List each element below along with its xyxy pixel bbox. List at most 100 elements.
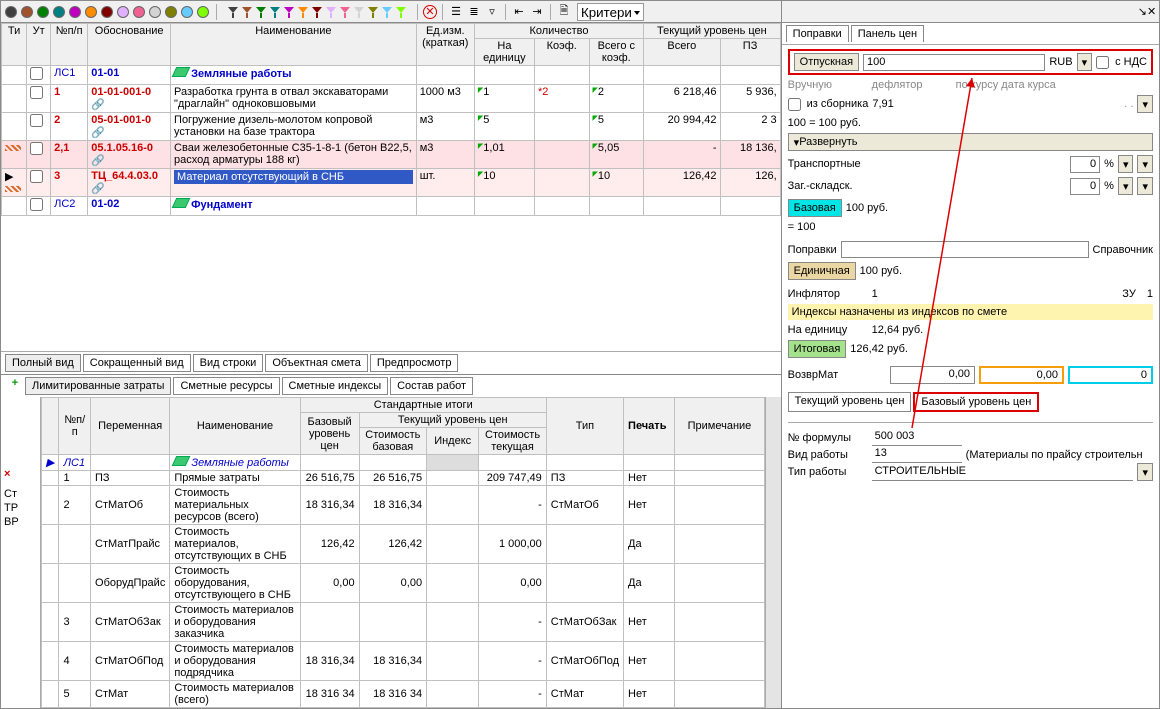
remove-icon[interactable]: ×	[4, 468, 10, 480]
zag-dd[interactable]: ▾	[1118, 177, 1134, 195]
view-tab[interactable]: Объектная смета	[265, 354, 368, 372]
tab-base-level[interactable]: Базовый уровень цен	[913, 392, 1039, 412]
view-tree-icon[interactable]: ☰	[448, 4, 464, 20]
table-row[interactable]: 3СтМатОбЗакСтоимость материалов и оборуд…	[42, 603, 765, 642]
zag-dd2[interactable]: ▾	[1137, 177, 1153, 195]
table-row[interactable]: 5СтМатСтоимость материалов (всего) 18 31…	[42, 681, 765, 708]
tipr-field[interactable]: СТРОИТЕЛЬНЫЕ	[872, 464, 1134, 481]
move-right-icon[interactable]: ⇥	[529, 4, 545, 20]
color-dot[interactable]	[5, 6, 17, 18]
row-check[interactable]	[30, 86, 43, 99]
col-naim[interactable]: Наименование	[171, 24, 417, 66]
bottom-tab[interactable]: Состав работ	[390, 377, 473, 395]
col-ed[interactable]: Ед.изм. (краткая)	[416, 24, 474, 66]
bcol-stb[interactable]: Стоимость базовая	[359, 428, 427, 455]
currency-dropdown[interactable]: ▾	[1077, 53, 1093, 71]
col-kol-ed[interactable]: На единицу	[474, 39, 534, 66]
col-kol[interactable]: Количество	[474, 24, 643, 39]
tab-current-level[interactable]: Текущий уровень цен	[788, 392, 912, 412]
color-dot[interactable]	[149, 6, 161, 18]
table-row[interactable]: ЛС201-02 Фундамент	[2, 197, 781, 216]
funnel-icon[interactable]	[368, 7, 378, 17]
funnel-icon[interactable]	[256, 7, 266, 17]
color-filter-dots[interactable]	[5, 6, 209, 18]
bcol-note[interactable]: Примечание	[675, 398, 764, 455]
bazovaya-button[interactable]: Базовая	[788, 199, 842, 217]
row-check[interactable]	[30, 198, 43, 211]
funnel-icon[interactable]	[340, 7, 350, 17]
itog-button[interactable]: Итоговая	[788, 340, 847, 358]
color-dot[interactable]	[133, 6, 145, 18]
bottom-tab[interactable]: Сметные индексы	[282, 377, 389, 395]
table-row[interactable]: 4СтМатОбПодСтоимость материалов и оборуд…	[42, 642, 765, 681]
col-kol-vsego[interactable]: Всего с коэф.	[589, 39, 644, 66]
vozvr-field1[interactable]: 0,00	[890, 366, 975, 384]
bcol-cur[interactable]: Текущий уровень цен	[359, 413, 546, 428]
col-cur-vsego[interactable]: Всего	[644, 39, 720, 66]
add-icon[interactable]: +	[7, 377, 23, 393]
nds-checkbox[interactable]	[1096, 56, 1109, 69]
rowhdr-tr[interactable]: ТР	[1, 501, 40, 515]
col-kol-koef[interactable]: Коэф.	[534, 39, 589, 66]
view-tab[interactable]: Вид строки	[193, 354, 264, 372]
funnel-icon[interactable]	[228, 7, 238, 17]
color-dot[interactable]	[21, 6, 33, 18]
col-cur[interactable]: Текущий уровень цен	[644, 24, 781, 39]
view-tab[interactable]: Сокращенный вид	[83, 354, 191, 372]
otpusk-button[interactable]: Отпускная	[794, 53, 859, 71]
vozvr-field3[interactable]: 0	[1068, 366, 1153, 384]
table-row[interactable]: 2СтМатОбСтоимость материальных ресурсов …	[42, 486, 765, 525]
funnel-icon[interactable]	[284, 7, 294, 17]
color-dot[interactable]	[165, 6, 177, 18]
otpusk-value-field[interactable]: 100	[863, 54, 1045, 71]
color-dot[interactable]	[69, 6, 81, 18]
vscrollbar[interactable]	[765, 397, 781, 708]
bottom-tab[interactable]: Лимитированные затраты	[25, 377, 171, 395]
funnel-icon[interactable]	[326, 7, 336, 17]
bcol-var[interactable]: Переменная	[91, 398, 170, 455]
transp-dd2[interactable]: ▾	[1137, 155, 1153, 173]
table-row[interactable]: СтМатПрайсСтоимость материалов, отсутств…	[42, 525, 765, 564]
table-row[interactable]: 2,105.1.05.16-0🔗 Сваи железобетонные С35…	[2, 141, 781, 169]
zag-value[interactable]: 0	[1070, 178, 1100, 195]
transp-value[interactable]: 0	[1070, 156, 1100, 173]
row-check[interactable]	[30, 170, 43, 183]
clear-icon[interactable]: ✕	[423, 5, 437, 19]
vozvr-field2[interactable]: 0,00	[979, 366, 1064, 384]
view-tab[interactable]: Полный вид	[5, 354, 81, 372]
bcol-std[interactable]: Стандартные итоги	[300, 398, 546, 413]
table-row[interactable]: ▶ЛС1 Земляные работы	[42, 455, 765, 471]
view-tab[interactable]: Предпросмотр	[370, 354, 459, 372]
row-check[interactable]	[30, 67, 43, 80]
view-list-icon[interactable]: ≣	[466, 4, 482, 20]
funnel-icon[interactable]	[354, 7, 364, 17]
estimate-table[interactable]: Ти Ут №п/п Обоснование Наименование Ед.и…	[1, 23, 781, 351]
funnel-icon[interactable]	[298, 7, 308, 17]
funnel-icon[interactable]	[312, 7, 322, 17]
sprav-link[interactable]: Справочник	[1093, 244, 1154, 256]
rowhdr-vr[interactable]: ВР	[1, 515, 40, 529]
row-check[interactable]	[30, 142, 43, 155]
bottom-grid[interactable]: + Лимитированные затратыСметные ресурсыС…	[1, 374, 781, 708]
tab-price-panel[interactable]: Панель цен	[851, 25, 924, 42]
bcol-base[interactable]: Базовый уровень цен	[300, 413, 359, 455]
color-dot[interactable]	[37, 6, 49, 18]
table-row[interactable]: ▶ 3ТЦ_64.4.03.0🔗 Материал отсутствующий …	[2, 169, 781, 197]
col-ti[interactable]: Ти	[2, 24, 27, 66]
izsb-dropdown[interactable]: ▾	[1137, 95, 1153, 113]
doc-icon[interactable]: 🗎	[556, 4, 572, 20]
table-row[interactable]: 1ПЗПрямые затраты 26 516,7526 516,75209 …	[42, 471, 765, 486]
close-panel-icon[interactable]: ↘✕	[1139, 4, 1155, 20]
bcol-npp[interactable]: №п/п	[59, 398, 91, 455]
tipr-dd[interactable]: ▾	[1137, 463, 1153, 481]
col-cur-pz[interactable]: ПЗ	[720, 39, 780, 66]
bcol-print[interactable]: Печать	[624, 398, 675, 455]
critery-button[interactable]: Критери	[577, 3, 644, 21]
table-row[interactable]: ЛС101-01 Земляные работы	[2, 66, 781, 85]
color-dot[interactable]	[117, 6, 129, 18]
col-npp[interactable]: №п/п	[51, 24, 88, 66]
table-row[interactable]: ОборудПрайсСтоимость оборудования, отсут…	[42, 564, 765, 603]
tab-popravki[interactable]: Поправки	[786, 25, 849, 42]
color-dot[interactable]	[85, 6, 97, 18]
col-osn[interactable]: Обоснование	[88, 24, 171, 66]
